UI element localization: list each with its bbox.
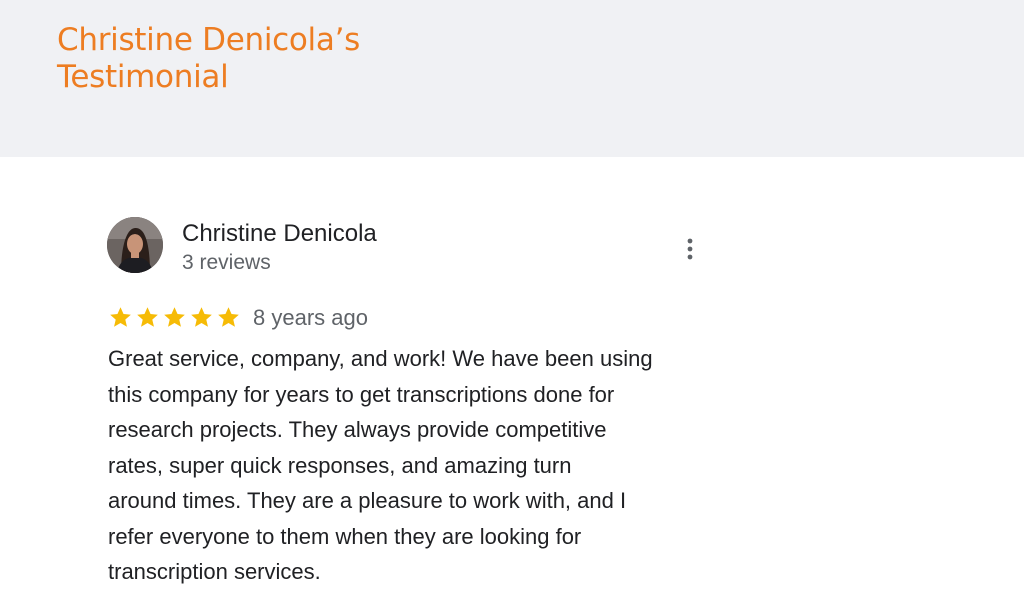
- review-text-line: transcription services.: [108, 559, 321, 584]
- review-text-line: around times. They are a pleasure to wor…: [108, 488, 627, 513]
- more-vert-icon: [687, 238, 693, 260]
- review-text-line: Great service, company, and work! We hav…: [108, 346, 653, 371]
- review-text-line: research projects. They always provide c…: [108, 417, 607, 442]
- star-icon: [216, 305, 241, 331]
- page-title: Christine Denicola’s Testimonial: [57, 22, 360, 96]
- review-text-line: rates, super quick responses, and amazin…: [108, 452, 572, 478]
- reviewer-avatar[interactable]: [107, 217, 163, 273]
- star-icon: [135, 305, 160, 331]
- review-text: Great service, company, and work! We hav…: [108, 341, 728, 590]
- star-icon: [162, 305, 187, 331]
- page-title-line: Testimonial: [57, 59, 229, 95]
- review-text-line: refer everyone to them when they are loo…: [108, 523, 582, 549]
- review-count[interactable]: 3 reviews: [182, 249, 271, 277]
- avatar-photo: [107, 217, 163, 273]
- more-options-button[interactable]: [676, 232, 704, 266]
- review-text-line: this company for years to get transcript…: [108, 381, 615, 407]
- review-date: 8 years ago: [253, 305, 368, 330]
- star-icon: [108, 305, 133, 331]
- star-icon: [189, 305, 214, 331]
- reviewer-name[interactable]: Christine Denicola: [182, 218, 377, 250]
- star-rating: [108, 305, 241, 331]
- page-title-line: Christine Denicola’s: [57, 22, 360, 58]
